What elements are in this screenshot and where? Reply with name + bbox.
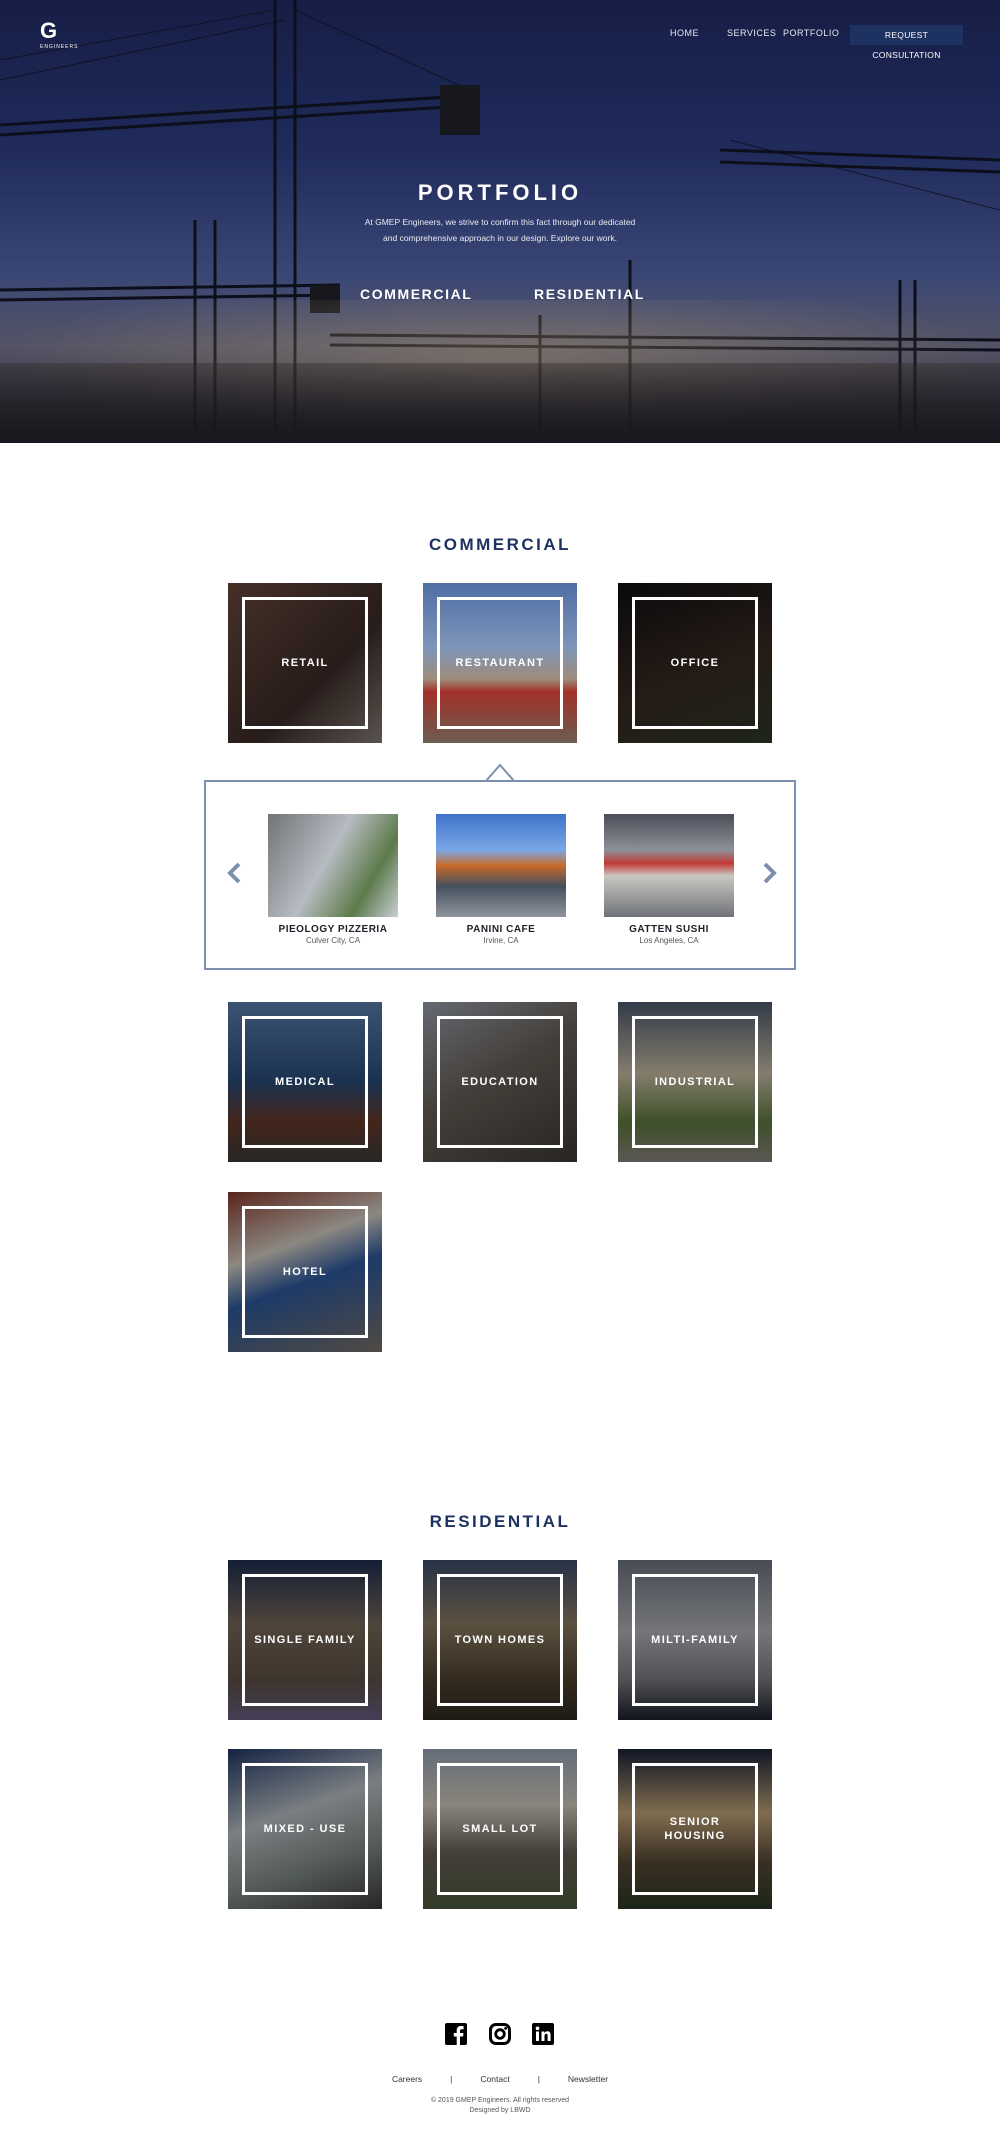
tile-office[interactable]: OFFICE bbox=[618, 583, 772, 743]
project-photo bbox=[604, 814, 734, 917]
tile-label: RETAIL bbox=[281, 657, 329, 669]
nav-home[interactable]: HOME bbox=[670, 28, 699, 38]
project-name: PIEOLOGY PIZZERIA bbox=[278, 924, 388, 935]
project-name: PANINI CAFE bbox=[466, 924, 536, 935]
residential-section-title: RESIDENTIAL bbox=[429, 1512, 571, 1531]
commercial-section-title: COMMERCIAL bbox=[428, 535, 572, 554]
tile-label: SENIOR HOUSING bbox=[664, 1816, 726, 1842]
restaurant-projects-carousel: PIEOLOGY PIZZERIA Culver City, CA PANINI… bbox=[204, 780, 796, 970]
tile-mixed-use[interactable]: MIXED - USE bbox=[228, 1749, 382, 1909]
tile-education[interactable]: EDUCATION bbox=[423, 1002, 577, 1162]
project-card[interactable]: PIEOLOGY PIZZERIA Culver City, CA bbox=[268, 814, 398, 945]
tile-single-family[interactable]: SINGLE FAMILY bbox=[228, 1560, 382, 1720]
tile-label: SMALL LOT bbox=[462, 1823, 538, 1835]
project-photo bbox=[268, 814, 398, 917]
logo-word: ENGINEERS bbox=[40, 44, 79, 50]
footer-link-careers[interactable]: Careers bbox=[392, 2074, 422, 2084]
hero-subtitle: At GMEP Engineers, we strive to confirm … bbox=[364, 217, 636, 243]
tile-label: OFFICE bbox=[670, 657, 720, 669]
tile-medical[interactable]: MEDICAL bbox=[228, 1002, 382, 1162]
logo-mark: G bbox=[40, 18, 58, 43]
tile-label: MILTI-FAMILY bbox=[651, 1634, 739, 1646]
footer-separator: | bbox=[537, 2074, 540, 2084]
tile-small-lot[interactable]: SMALL LOT bbox=[423, 1749, 577, 1909]
copyright-text: © 2019 GMEP Engineers. All rights reserv… bbox=[430, 2097, 570, 2104]
project-card[interactable]: PANINI CAFE Irvine, CA bbox=[436, 814, 566, 945]
footer-link-contact[interactable]: Contact bbox=[480, 2074, 509, 2084]
linkedin-icon[interactable] bbox=[532, 2023, 554, 2045]
tile-hotel[interactable]: HOTEL bbox=[228, 1192, 382, 1352]
facebook-icon[interactable] bbox=[445, 2023, 467, 2045]
project-photo bbox=[436, 814, 566, 917]
tile-label: TOWN HOMES bbox=[454, 1634, 546, 1646]
tile-label: SINGLE FAMILY bbox=[254, 1634, 356, 1646]
tile-label: MEDICAL bbox=[275, 1076, 335, 1088]
tile-label: MIXED - USE bbox=[263, 1823, 347, 1835]
tile-label: EDUCATION bbox=[461, 1076, 539, 1088]
project-location: Los Angeles, CA bbox=[639, 936, 699, 945]
hero-link-residential[interactable]: RESIDENTIAL bbox=[534, 286, 645, 302]
tile-retail[interactable]: RETAIL bbox=[228, 583, 382, 743]
chevron-right-icon[interactable] bbox=[762, 862, 778, 884]
tile-label: INDUSTRIAL bbox=[654, 1076, 736, 1088]
tile-industrial[interactable]: INDUSTRIAL bbox=[618, 1002, 772, 1162]
tile-multi-family[interactable]: MILTI-FAMILY bbox=[618, 1560, 772, 1720]
gmep-logo[interactable]: G ENGINEERS bbox=[40, 18, 80, 51]
tile-label: RESTAURANT bbox=[455, 657, 545, 669]
tile-town-homes[interactable]: TOWN HOMES bbox=[423, 1560, 577, 1720]
footer-links: Careers | Contact | Newsletter bbox=[0, 2074, 1000, 2084]
copyright: © 2019 GMEP Engineers. All rights reserv… bbox=[0, 2096, 1000, 2116]
request-consultation-button[interactable]: REQUEST CONSULTATION bbox=[850, 25, 963, 60]
project-card[interactable]: GATTEN SUSHI Los Angeles, CA bbox=[604, 814, 734, 945]
tile-label: HOTEL bbox=[282, 1266, 328, 1278]
chevron-left-icon[interactable] bbox=[226, 862, 242, 884]
footer-link-newsletter[interactable]: Newsletter bbox=[568, 2074, 608, 2084]
nav-services[interactable]: SERVICES bbox=[727, 28, 776, 38]
project-name: GATTEN SUSHI bbox=[629, 924, 709, 935]
tile-restaurant[interactable]: RESTAURANT bbox=[423, 583, 577, 743]
instagram-icon[interactable] bbox=[489, 2023, 511, 2045]
nav-portfolio[interactable]: PORTFOLIO bbox=[783, 28, 839, 38]
designed-by: Designed by LBWD bbox=[469, 2107, 531, 2114]
page-title: PORTFOLIO bbox=[417, 180, 583, 205]
project-location: Culver City, CA bbox=[305, 936, 361, 945]
hero-link-commercial[interactable]: COMMERCIAL bbox=[360, 286, 472, 302]
footer-separator: | bbox=[450, 2074, 453, 2084]
tile-senior-housing[interactable]: SENIOR HOUSING bbox=[618, 1749, 772, 1909]
project-location: Irvine, CA bbox=[483, 936, 519, 945]
